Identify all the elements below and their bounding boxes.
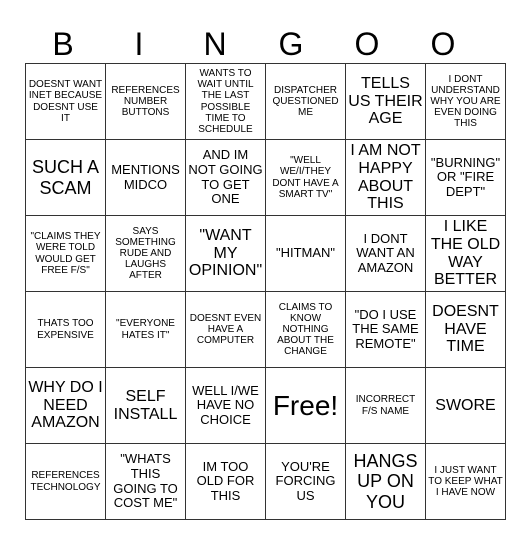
header-letter: G <box>278 26 304 62</box>
bingo-cell[interactable]: SUCH A SCAM <box>25 139 106 216</box>
bingo-cell[interactable]: "BURNING" OR "FIRE DEPT" <box>425 139 506 216</box>
bingo-cell[interactable]: WELL I/WE HAVE NO CHOICE <box>185 367 266 444</box>
bingo-cell[interactable]: "EVERYONE HATES IT" <box>105 291 186 368</box>
bingo-cell[interactable]: I DONT WANT AN AMAZON <box>345 215 426 292</box>
bingo-row: "CLAIMS THEY WERE TOLD WOULD GET FREE F/… <box>25 215 506 292</box>
bingo-row: REFERENCES TECHNOLOGY "WHATS THIS GOING T… <box>25 443 506 520</box>
bingo-cell[interactable]: REFERENCES NUMBER BUTTONS <box>105 63 186 140</box>
bingo-cell[interactable]: I LIKE THE OLD WAY BETTER <box>425 215 506 292</box>
bingo-cell[interactable]: I AM NOT HAPPY ABOUT THIS <box>345 139 426 216</box>
bingo-cell[interactable]: INCORRECT F/S NAME <box>345 367 426 444</box>
bingo-row: THATS TOO EXPENSIVE "EVERYONE HATES IT" DO… <box>25 291 506 368</box>
bingo-cell[interactable]: REFERENCES TECHNOLOGY <box>25 443 106 520</box>
bingo-cell[interactable]: MENTIONS MIDCO <box>105 139 186 216</box>
bingo-cell[interactable]: SELF INSTALL <box>105 367 186 444</box>
bingo-row: DOESNT WANT INET BECAUSE DOESNT USE IT RE… <box>25 63 506 140</box>
bingo-cell[interactable]: "DO I USE THE SAME REMOTE" <box>345 291 426 368</box>
bingo-cell[interactable]: DOESNT EVEN HAVE A COMPUTER <box>185 291 266 368</box>
bingo-row: SUCH A SCAM MENTIONS MIDCO AND IM NOT GOIN… <box>25 139 506 216</box>
header-letter: N <box>203 26 227 62</box>
header-letter: I <box>134 26 144 62</box>
bingo-cell[interactable]: "WELL WE/I/THEY DONT HAVE A SMART TV" <box>265 139 346 216</box>
bingo-cell[interactable]: I JUST WANT TO KEEP WHAT I HAVE NOW <box>425 443 506 520</box>
bingo-cell[interactable]: "HITMAN" <box>265 215 346 292</box>
bingo-cell[interactable]: SWORE <box>425 367 506 444</box>
bingo-cell[interactable]: THATS TOO EXPENSIVE <box>25 291 106 368</box>
bingo-cell[interactable]: YOU'RE FORCING US <box>265 443 346 520</box>
bingo-row: WHY DO I NEED AMAZON SELF INSTALL WELL I/W… <box>25 367 506 444</box>
bingo-cell[interactable]: WANTS TO WAIT UNTIL THE LAST POSSIBLE TI… <box>185 63 266 140</box>
bingo-cell[interactable]: HANGS UP ON YOU <box>345 443 426 520</box>
bingo-cell[interactable]: TELLS US THEIR AGE <box>345 63 426 140</box>
bingo-cell[interactable]: "WHATS THIS GOING TO COST ME" <box>105 443 186 520</box>
bingo-cell[interactable]: I DONT UNDERSTAND WHY YOU ARE EVEN DOING… <box>425 63 506 140</box>
bingo-cell[interactable]: DISPATCHER QUESTIONED ME <box>265 63 346 140</box>
header-letter: O <box>430 26 456 62</box>
bingo-cell[interactable]: SAYS SOMETHING RUDE AND LAUGHS AFTER <box>105 215 186 292</box>
bingo-cell[interactable]: "WANT MY OPINION" <box>185 215 266 292</box>
bingo-cell[interactable]: "CLAIMS THEY WERE TOLD WOULD GET FREE F/… <box>25 215 106 292</box>
header-letter: O <box>354 26 380 62</box>
bingo-cell[interactable]: DOESNT HAVE TIME <box>425 291 506 368</box>
free-space[interactable]: Free! <box>265 367 346 444</box>
bingo-cell[interactable]: IM TOO OLD FOR THIS <box>185 443 266 520</box>
bingo-cell[interactable]: CLAIMS TO KNOW NOTHING ABOUT THE CHANGE <box>265 291 346 368</box>
bingo-cell[interactable]: DOESNT WANT INET BECAUSE DOESNT USE IT <box>25 63 106 140</box>
bingo-header: BINGOO <box>25 24 481 64</box>
bingo-cell[interactable]: AND IM NOT GOING TO GET ONE <box>185 139 266 216</box>
bingo-cell[interactable]: WHY DO I NEED AMAZON <box>25 367 106 444</box>
bingo-card: DOESNT WANT INET BECAUSE DOESNT USE IT RE… <box>25 63 506 520</box>
header-letter: B <box>52 26 74 62</box>
